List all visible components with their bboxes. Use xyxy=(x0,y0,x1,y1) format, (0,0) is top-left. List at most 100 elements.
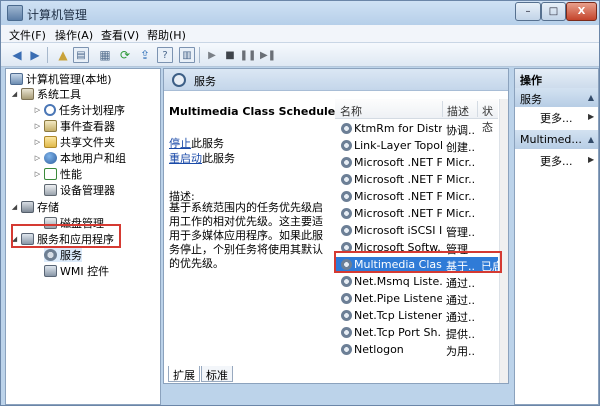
menu-file[interactable]: 文件(F) xyxy=(9,27,46,43)
actions-more-services[interactable]: 更多... xyxy=(540,110,573,126)
actions-title-label: 操作 xyxy=(520,74,542,87)
close-button[interactable]: X xyxy=(566,2,597,21)
play-icon[interactable]: ▶ xyxy=(204,47,220,63)
actions-section-services[interactable]: 服务 ▲ xyxy=(515,88,598,107)
tree-item-task-scheduler[interactable]: ▷ 任务计划程序 xyxy=(33,102,125,117)
tab-extended[interactable]: 扩展 xyxy=(168,366,200,382)
services-header-title: 服务 xyxy=(194,75,216,88)
tree-item-performance[interactable]: ▷ 性能 xyxy=(33,166,82,181)
maximize-button[interactable]: □ xyxy=(541,2,566,21)
tree-item-root[interactable]: 计算机管理(本地) xyxy=(10,71,112,86)
actions-more-multimedia[interactable]: 更多... xyxy=(540,153,573,169)
minimize-button[interactable]: – xyxy=(515,2,541,21)
service-name: Net.Pipe Listene... xyxy=(354,292,442,305)
toolbar: ◀ ▶ ▲ ▤ ▦ ⟳ ⇪ ? ▥ ▶ ■ ❚❚ ▶❚ xyxy=(1,43,599,67)
pause-icon[interactable]: ❚❚ xyxy=(240,47,257,63)
tree-label: 性能 xyxy=(60,167,82,181)
computer-management-window: 计算机管理 – □ X 文件(F) 操作(A) 查看(V) 帮助(H) ◀ ▶ … xyxy=(0,0,600,406)
tree-label: 事件查看器 xyxy=(60,119,115,133)
export-icon[interactable]: ⇪ xyxy=(137,47,153,63)
back-arrow-icon[interactable]: ◀ xyxy=(9,47,25,63)
service-row[interactable]: Microsoft .NET F... Micr... xyxy=(335,155,498,171)
service-gear-icon xyxy=(341,174,352,185)
service-row[interactable]: Net.Msmq Liste... 通过... xyxy=(335,274,498,290)
folder-icon xyxy=(44,135,57,148)
submenu-arrow-icon: ▶ xyxy=(588,155,595,164)
expand-triangle-icon[interactable]: ▷ xyxy=(33,122,42,130)
service-row[interactable]: Net.Tcp Listener... 通过... xyxy=(335,308,498,324)
service-row[interactable]: Microsoft .NET F... Micr... xyxy=(335,206,498,222)
wmi-icon xyxy=(44,264,57,277)
collapse-arrow-icon[interactable]: ▲ xyxy=(588,135,594,144)
service-row[interactable]: Link-Layer Topol... 创建... xyxy=(335,138,498,154)
service-row[interactable]: Microsoft .NET F... Micr... xyxy=(335,189,498,205)
device-manager-icon xyxy=(44,183,57,196)
clock-icon xyxy=(44,103,56,116)
vertical-scrollbar[interactable] xyxy=(499,99,508,383)
tree-item-storage[interactable]: ◢ 存储 xyxy=(10,199,59,214)
collapse-triangle-icon[interactable]: ◢ xyxy=(10,90,19,98)
tree-item-event-viewer[interactable]: ▷ 事件查看器 xyxy=(33,118,115,133)
toolbar-separator xyxy=(199,47,200,63)
menu-bar: 文件(F) 操作(A) 查看(V) 帮助(H) xyxy=(1,25,599,43)
tree-item-device-manager[interactable]: 设备管理器 xyxy=(44,182,115,197)
tree-item-shared-folders[interactable]: ▷ 共享文件夹 xyxy=(33,134,115,149)
stop-icon[interactable]: ■ xyxy=(222,47,238,63)
restart-service-suffix: 此服务 xyxy=(202,152,235,165)
service-name: KtmRm for Distri... xyxy=(354,122,442,135)
service-description: 基于系统范围内的任务优先级启用工作的相对优先级。这主要适用于多媒体应用程序。如果… xyxy=(169,201,323,270)
service-row[interactable]: Net.Tcp Port Sh... 提供... xyxy=(335,325,498,341)
properties-icon[interactable]: ▦ xyxy=(97,47,113,63)
service-name: Microsoft .NET F... xyxy=(354,190,442,203)
tree-item-services[interactable]: 服务 xyxy=(44,247,82,262)
expand-triangle-icon[interactable]: ▷ xyxy=(33,154,42,162)
service-gear-icon xyxy=(341,276,352,287)
window-title: 计算机管理 xyxy=(27,8,88,22)
services-header: 服务 xyxy=(164,69,508,91)
service-gear-icon xyxy=(341,344,352,355)
stop-service-link[interactable]: 停止 xyxy=(169,135,191,151)
menu-view[interactable]: 查看(V) xyxy=(101,27,139,43)
menu-action[interactable]: 操作(A) xyxy=(55,27,93,43)
action-pane-icon[interactable]: ▥ xyxy=(179,47,195,63)
service-desc: Micr... xyxy=(446,173,476,186)
forward-arrow-icon[interactable]: ▶ xyxy=(27,47,43,63)
expand-triangle-icon[interactable]: ▷ xyxy=(33,170,42,178)
refresh-icon[interactable]: ⟳ xyxy=(117,47,133,63)
service-name: Microsoft .NET F... xyxy=(354,173,442,186)
show-tree-icon[interactable]: ▤ xyxy=(73,47,89,63)
service-desc: 通过... xyxy=(446,294,476,307)
service-row[interactable]: Netlogon 为用... xyxy=(335,342,498,358)
expand-triangle-icon[interactable]: ▷ xyxy=(33,138,42,146)
computer-management-icon xyxy=(7,5,23,21)
tree-item-system-tools[interactable]: ◢ 系统工具 xyxy=(10,86,81,101)
service-desc: 协调... xyxy=(446,124,476,137)
up-folder-icon[interactable]: ▲ xyxy=(55,47,71,63)
service-desc: 创建... xyxy=(446,141,476,154)
collapse-arrow-icon[interactable]: ▲ xyxy=(588,93,594,102)
tree-item-wmi[interactable]: WMI 控件 xyxy=(44,263,109,278)
collapse-triangle-icon[interactable]: ◢ xyxy=(10,203,19,211)
service-desc: 管理... xyxy=(446,226,476,239)
actions-section-multimedia[interactable]: Multimed... ▲ xyxy=(515,130,598,149)
tree-label: 本地用户和组 xyxy=(60,151,126,165)
tree-item-local-users[interactable]: ▷ 本地用户和组 xyxy=(33,150,126,165)
restart-service-link[interactable]: 重启动 xyxy=(169,150,202,166)
help-icon[interactable]: ? xyxy=(157,47,173,63)
service-row[interactable]: Microsoft iSCSI I... 管理... xyxy=(335,223,498,239)
service-name: Net.Tcp Listener... xyxy=(354,309,442,322)
tab-standard[interactable]: 标准 xyxy=(201,366,233,382)
service-gear-icon xyxy=(341,140,352,151)
services-gear-icon xyxy=(44,248,57,261)
service-name: Microsoft iSCSI I... xyxy=(354,224,442,237)
service-row[interactable]: Net.Pipe Listene... 通过... xyxy=(335,291,498,307)
service-row[interactable]: Microsoft .NET F... Micr... xyxy=(335,172,498,188)
stop-service-suffix: 此服务 xyxy=(191,137,224,150)
expand-triangle-icon[interactable]: ▷ xyxy=(33,106,42,114)
restart-icon[interactable]: ▶❚ xyxy=(260,47,276,63)
service-desc: 通过... xyxy=(446,311,476,324)
tree-label: 服务 xyxy=(60,248,82,262)
title-bar: 计算机管理 – □ X xyxy=(1,1,599,25)
menu-help[interactable]: 帮助(H) xyxy=(147,27,186,43)
service-row[interactable]: KtmRm for Distri... 协调... xyxy=(335,121,498,137)
